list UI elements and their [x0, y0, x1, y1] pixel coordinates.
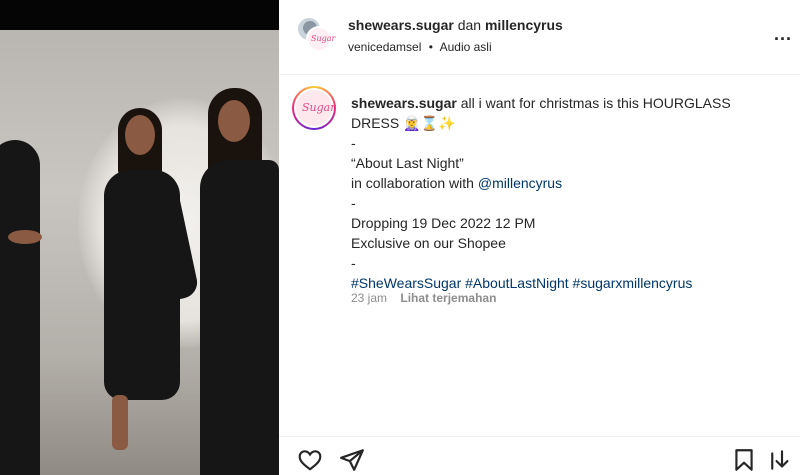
- collab-avatars[interactable]: Sugar: [296, 16, 336, 52]
- avatar: Sugar: [306, 26, 336, 52]
- caption-text: shewears.sugar all i want for christmas …: [351, 93, 761, 293]
- caption-line-3-prefix: in collaboration with: [351, 175, 478, 191]
- author-username[interactable]: shewears.sugar: [348, 17, 454, 33]
- caption-line-5: Exclusive on our Shopee: [351, 235, 506, 251]
- timestamp[interactable]: 23 jam: [351, 291, 387, 305]
- caption-first-line: shewears.sugar all i want for christmas …: [351, 93, 761, 133]
- post-image[interactable]: [0, 0, 279, 475]
- caption-line-3: in collaboration with @millencyrus: [351, 173, 761, 193]
- avatar: Sugar: [296, 90, 336, 126]
- model-center-face: [125, 115, 155, 155]
- mention-link[interactable]: @millencyrus: [478, 175, 562, 191]
- image-dark-band: [0, 0, 279, 30]
- more-options-icon[interactable]: ...: [774, 24, 792, 45]
- avatar-ring-inner: Sugar: [294, 88, 336, 128]
- collaborator-username[interactable]: millencyrus: [485, 17, 563, 33]
- caption-avatar[interactable]: Sugar: [292, 86, 336, 130]
- post-header: Sugar shewears.sugar dan millencyrus ven…: [279, 0, 800, 75]
- audio-link[interactable]: Audio asli: [440, 40, 492, 54]
- brand-logo: Sugar: [311, 34, 336, 43]
- caption-dash: -: [351, 195, 356, 211]
- caption-line-2: “About Last Night”: [351, 155, 464, 171]
- download-icon[interactable]: [769, 447, 795, 473]
- share-icon[interactable]: [339, 447, 365, 473]
- model-center-legs: [112, 395, 128, 450]
- caption-line-4: Dropping 19 Dec 2022 12 PM: [351, 215, 536, 231]
- model-right-dress: [200, 160, 279, 475]
- sub-line: venicedamsel • Audio asli: [348, 40, 492, 54]
- model-right-face: [218, 100, 250, 142]
- caption-username[interactable]: shewears.sugar: [351, 95, 457, 111]
- model-left: [0, 140, 40, 475]
- bookmark-icon[interactable]: [731, 447, 757, 473]
- action-bar: [279, 436, 800, 475]
- caption-dash: -: [351, 135, 356, 151]
- brand-logo: Sugar: [302, 101, 336, 114]
- hashtags[interactable]: #SheWearsSugar #AboutLastNight #sugarxmi…: [351, 273, 761, 293]
- post-panel: Sugar shewears.sugar dan millencyrus ven…: [279, 0, 800, 475]
- caption-meta: 23 jam Lihat terjemahan: [351, 291, 496, 305]
- author-line: shewears.sugar dan millencyrus: [348, 17, 563, 33]
- caption-dash: -: [351, 255, 356, 271]
- model-left-arm: [8, 230, 42, 244]
- sub-username[interactable]: venicedamsel: [348, 40, 421, 54]
- see-translation-button[interactable]: Lihat terjemahan: [400, 291, 496, 305]
- conjunction: dan: [457, 17, 482, 33]
- separator-dot: •: [428, 40, 433, 54]
- heart-icon[interactable]: [297, 447, 323, 473]
